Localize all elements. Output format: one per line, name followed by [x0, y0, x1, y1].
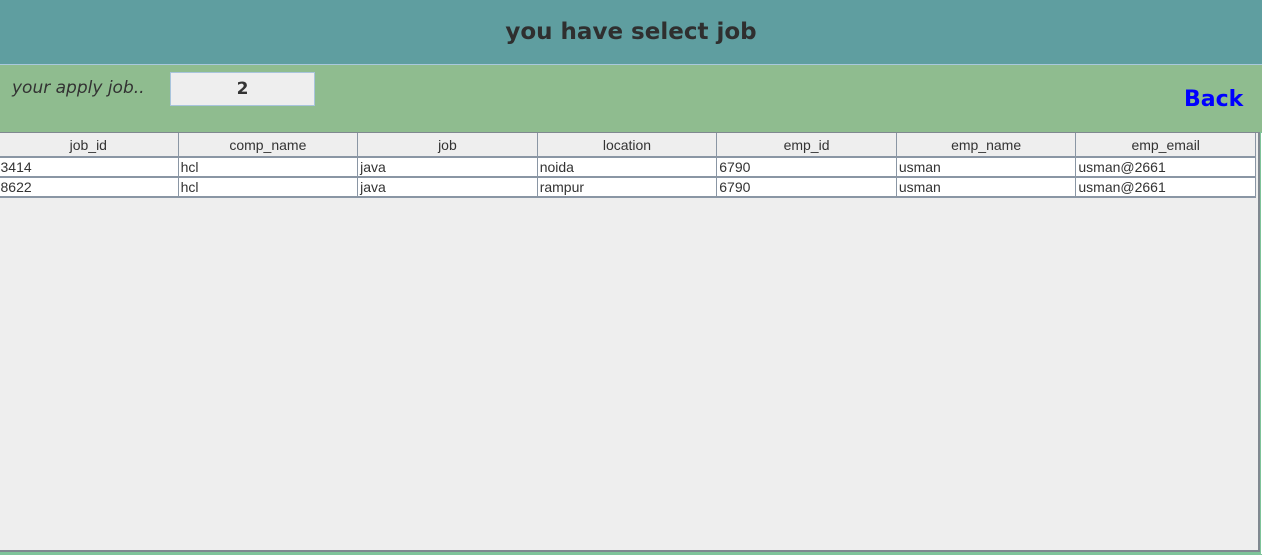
table-cell-job[interactable]: java: [357, 157, 538, 178]
table-cell-job-id[interactable]: 3414: [0, 157, 179, 178]
table-cell-emp-name[interactable]: usman: [896, 157, 1077, 178]
table-cell-job-id[interactable]: 8622: [0, 177, 179, 198]
column-header-job-id[interactable]: job_id: [0, 133, 179, 158]
apply-panel: your apply job.. 2 Back: [0, 65, 1262, 132]
table-row[interactable]: 8622 hcl java rampur 6790 usman usman@2661: [0, 177, 1256, 198]
column-header-job[interactable]: job: [357, 133, 538, 158]
table-cell-comp-name[interactable]: hcl: [178, 157, 359, 178]
table-cell-job[interactable]: java: [357, 177, 538, 198]
table-cell-emp-email[interactable]: usman@2661: [1075, 157, 1256, 178]
title-bar: you have select job: [0, 0, 1262, 65]
table-cell-emp-email[interactable]: usman@2661: [1075, 177, 1256, 198]
apply-job-label: your apply job..: [12, 78, 145, 98]
back-button[interactable]: Back: [1184, 87, 1243, 112]
table-row[interactable]: 3414 hcl java noida 6790 usman usman@2661: [0, 157, 1256, 178]
column-header-comp-name[interactable]: comp_name: [177, 133, 359, 158]
column-header-location[interactable]: location: [536, 133, 718, 158]
jobs-table-scrollpane[interactable]: job_id comp_name job location emp_id emp_name…: [0, 132, 1262, 554]
table-cell-location[interactable]: noida: [537, 157, 718, 178]
table-cell-location[interactable]: rampur: [537, 177, 718, 198]
page-title: you have select job: [505, 19, 757, 45]
column-header-emp-name[interactable]: emp_name: [895, 133, 1077, 158]
apply-count-field[interactable]: 2: [170, 72, 315, 106]
table-cell-emp-name[interactable]: usman: [896, 177, 1077, 198]
table-cell-emp-id[interactable]: 6790: [716, 157, 897, 178]
table-cell-comp-name[interactable]: hcl: [178, 177, 359, 198]
jobs-table: job_id comp_name job location emp_id emp_name…: [0, 133, 1256, 198]
column-header-emp-email[interactable]: emp_email: [1075, 133, 1256, 158]
table-cell-emp-id[interactable]: 6790: [716, 177, 897, 198]
column-header-emp-id[interactable]: emp_id: [716, 133, 897, 158]
